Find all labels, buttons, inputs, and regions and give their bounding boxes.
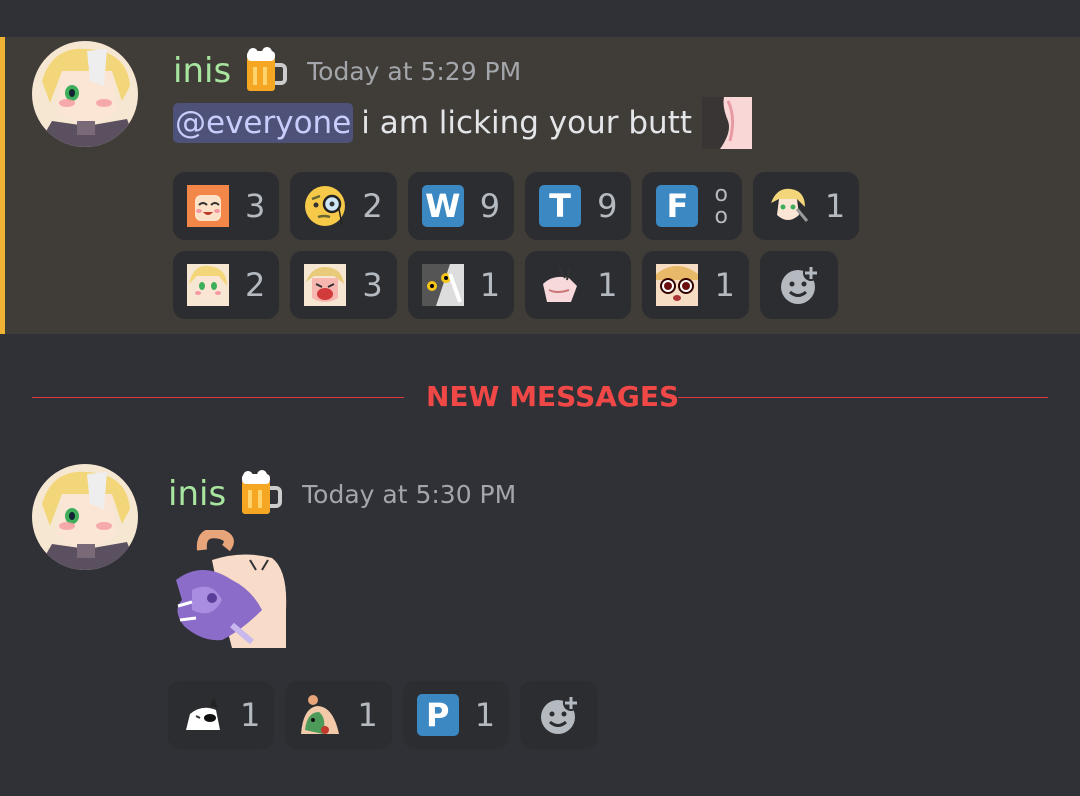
regional-w-emoji: W: [421, 185, 464, 227]
reaction[interactable]: 3: [173, 172, 280, 240]
regional-t-emoji: T: [539, 185, 582, 227]
new-messages-divider: NEW MESSAGES: [32, 380, 1048, 416]
add-reaction-icon: [780, 265, 819, 304]
message-content: @everyone i am licking your butt: [173, 97, 753, 149]
beer-mug-icon: [247, 47, 288, 91]
message-highlighted[interactable]: inis Today at 5:29 PM @everyone i am lic…: [0, 37, 1080, 334]
reaction[interactable]: 1: [752, 172, 860, 240]
reaction[interactable]: 2: [173, 251, 280, 319]
message-header: inis Today at 5:30 PM: [168, 470, 516, 518]
reaction-count: 3: [362, 266, 383, 304]
anime-girl-laughing-emoji: [187, 185, 229, 227]
message-text: i am licking your butt: [361, 105, 693, 141]
timestamp[interactable]: Today at 5:29 PM: [307, 57, 521, 86]
anime-crying-emoji: [304, 264, 347, 306]
reaction-count: 1: [474, 696, 496, 734]
reactions-row: 1 1 P 1: [168, 681, 609, 749]
cat-glitch-emoji: [421, 264, 464, 306]
reaction-count: o o: [714, 184, 727, 228]
divider-line: [678, 397, 1048, 398]
hand-emoji: [539, 264, 582, 306]
reaction[interactable]: T 9: [525, 172, 632, 240]
monocle-face-emoji: [305, 186, 346, 226]
reaction[interactable]: 3: [290, 251, 397, 319]
reaction[interactable]: F o o: [642, 172, 742, 240]
beer-mug-icon: [242, 470, 283, 514]
reaction-count: 2: [245, 266, 266, 304]
reaction-count: 1: [357, 696, 378, 734]
reaction[interactable]: 1: [285, 681, 392, 749]
timestamp[interactable]: Today at 5:30 PM: [302, 480, 516, 509]
username[interactable]: inis: [173, 51, 231, 91]
reaction-count: 2: [362, 187, 383, 225]
purple-creature-sticker[interactable]: [172, 530, 290, 650]
regional-p-emoji: P: [416, 694, 459, 736]
reaction-count: 1: [597, 266, 618, 304]
message-header: inis Today at 5:29 PM: [173, 47, 521, 95]
custom-emoji[interactable]: [702, 97, 753, 149]
reaction[interactable]: P 1: [402, 681, 510, 749]
divider-line: [32, 397, 404, 398]
add-reaction-icon: [541, 695, 580, 734]
add-reaction-button[interactable]: [759, 251, 838, 319]
reaction[interactable]: W 9: [407, 172, 515, 240]
shocked-face-emoji: [656, 264, 699, 306]
reactions-row: 3 2 W 9 T 9 F o o 1: [173, 172, 870, 240]
reaction[interactable]: 1: [525, 251, 632, 319]
username[interactable]: inis: [168, 474, 226, 514]
reaction-count: 9: [479, 187, 501, 225]
reaction-count-top: o: [714, 182, 728, 207]
avatar[interactable]: [32, 464, 138, 570]
reaction[interactable]: 1: [407, 251, 515, 319]
reactions-row: 2 3 1 1 1: [173, 251, 849, 319]
anime-blonde-emoji: [766, 185, 809, 227]
regional-f-emoji: F: [656, 185, 699, 227]
reaction[interactable]: 1: [642, 251, 749, 319]
anime-blonde-smile-emoji: [187, 264, 229, 306]
reaction[interactable]: 2: [290, 172, 397, 240]
frog-hug-emoji: [299, 694, 342, 736]
avatar[interactable]: [32, 41, 138, 147]
reaction-count: 1: [479, 266, 501, 304]
cat-eyepatch-emoji: [182, 694, 224, 736]
reaction-count: 3: [245, 187, 266, 225]
message[interactable]: inis Today at 5:30 PM 1 1 P 1: [0, 460, 1080, 790]
reaction-count: 9: [597, 187, 618, 225]
add-reaction-button[interactable]: [520, 681, 599, 749]
new-messages-label: NEW MESSAGES: [426, 380, 680, 413]
everyone-mention[interactable]: @everyone: [173, 103, 354, 143]
reaction-count: 1: [824, 187, 846, 225]
reaction-count-bottom: o: [714, 204, 728, 229]
reaction-count: 1: [240, 696, 261, 734]
reaction[interactable]: 1: [168, 681, 275, 749]
reaction-count: 1: [714, 266, 735, 304]
